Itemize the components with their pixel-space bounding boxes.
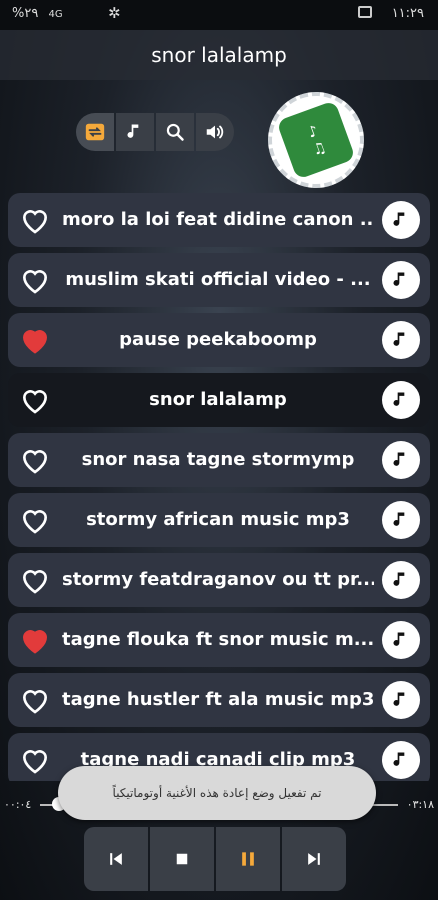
pause-button[interactable] <box>216 827 280 891</box>
music-note-icon <box>393 572 405 586</box>
app-badge-logo[interactable]: ♪ ♫ <box>254 78 378 202</box>
pause-icon <box>242 852 254 866</box>
battery-percent: %٢٩ <box>12 6 39 21</box>
previous-button[interactable] <box>84 827 148 891</box>
play-song-button[interactable] <box>382 321 420 359</box>
repeat-button[interactable] <box>76 113 114 151</box>
title-bar: snor lalalamp <box>0 30 438 80</box>
elapsed-time: ٠٠:٠٤ <box>4 798 32 811</box>
music-note-icon <box>127 124 139 138</box>
song-title: muslim skati official video - ... <box>65 269 371 290</box>
heart-filled-icon[interactable] <box>18 324 52 356</box>
skip-previous-icon <box>110 853 122 865</box>
skip-next-icon <box>308 853 320 865</box>
play-song-button[interactable] <box>382 501 420 539</box>
song-title: tagne hustler ft ala music mp3 <box>62 689 374 710</box>
play-song-button[interactable] <box>382 381 420 419</box>
music-note-icon <box>393 452 405 466</box>
play-song-button[interactable] <box>382 201 420 239</box>
music-note-icon <box>393 212 405 226</box>
song-title: stormy african music mp3 <box>86 509 350 530</box>
song-title: pause peekaboomp <box>119 329 317 350</box>
network-type: 4G <box>48 9 64 20</box>
repeat-icon <box>85 123 105 141</box>
heart-outline-icon[interactable] <box>18 744 52 776</box>
music-note-icon <box>393 272 405 286</box>
playlist-button[interactable] <box>116 113 154 151</box>
song-row[interactable]: muslim skati official video - ... <box>8 253 430 307</box>
heart-outline-icon[interactable] <box>18 204 52 236</box>
heart-outline-icon[interactable] <box>18 504 52 536</box>
heart-outline-icon[interactable] <box>18 564 52 596</box>
play-song-button[interactable] <box>382 261 420 299</box>
next-button[interactable] <box>282 827 346 891</box>
music-note-icon <box>393 692 405 706</box>
total-time: ٠٣:١٨ <box>406 798 434 811</box>
heart-outline-icon[interactable] <box>18 684 52 716</box>
volume-button[interactable] <box>196 113 234 151</box>
song-row[interactable]: tagne flouka ft snor music m... <box>8 613 430 667</box>
stop-button[interactable] <box>150 827 214 891</box>
play-song-button[interactable] <box>382 621 420 659</box>
status-time: ١١:٢٩ <box>391 6 424 21</box>
search-button[interactable] <box>156 113 194 151</box>
play-song-button[interactable] <box>382 681 420 719</box>
music-note-icon <box>393 392 405 406</box>
status-bar: %٢٩ 4G ✲ ١١:٢٩ <box>0 0 438 30</box>
song-row[interactable]: moro la loi feat didine canon ... <box>8 193 430 247</box>
heart-filled-icon[interactable] <box>18 624 52 656</box>
song-row-current[interactable]: snor lalalamp <box>8 373 430 427</box>
song-row[interactable]: tagne hustler ft ala music mp3 <box>8 673 430 727</box>
heart-outline-icon[interactable] <box>18 444 52 476</box>
badge-artwork: ♪ ♫ <box>276 100 356 180</box>
heart-outline-icon[interactable] <box>18 384 52 416</box>
toast-text: تم تفعيل وضع إعادة هذه الأغنية أوتوماتيك… <box>112 786 322 800</box>
gallery-icon <box>358 6 372 18</box>
search-icon <box>166 123 184 141</box>
song-row[interactable]: stormy african music mp3 <box>8 493 430 547</box>
heart-outline-icon[interactable] <box>18 264 52 296</box>
music-note-icon <box>393 632 405 646</box>
settings-gear-icon: ✲ <box>108 4 121 22</box>
volume-icon <box>206 125 224 139</box>
song-title: snor lalalamp <box>149 389 287 410</box>
play-song-button[interactable] <box>382 741 420 779</box>
song-list[interactable]: moro la loi feat didine canon ... muslim… <box>8 193 430 781</box>
song-title: moro la loi feat didine canon ... <box>62 209 374 230</box>
play-song-button[interactable] <box>382 441 420 479</box>
toast-message: تم تفعيل وضع إعادة هذه الأغنية أوتوماتيك… <box>58 766 376 820</box>
page-title: snor lalalamp <box>151 43 287 67</box>
music-note-icon <box>393 512 405 526</box>
song-row[interactable]: snor nasa tagne stormymp <box>8 433 430 487</box>
play-song-button[interactable] <box>382 561 420 599</box>
control-strip <box>76 113 234 151</box>
song-row[interactable]: pause peekaboomp <box>8 313 430 367</box>
song-title: snor nasa tagne stormymp <box>81 449 355 470</box>
song-title: tagne flouka ft snor music m... <box>62 629 374 650</box>
playback-controls <box>84 827 346 891</box>
music-note-icon <box>393 752 405 766</box>
battery-status: %٢٩ 4G <box>12 6 64 21</box>
music-note-icon <box>393 332 405 346</box>
song-title: stormy featdraganov ou tt pr... <box>62 569 374 590</box>
song-row[interactable]: stormy featdraganov ou tt pr... <box>8 553 430 607</box>
stop-icon <box>176 853 188 865</box>
